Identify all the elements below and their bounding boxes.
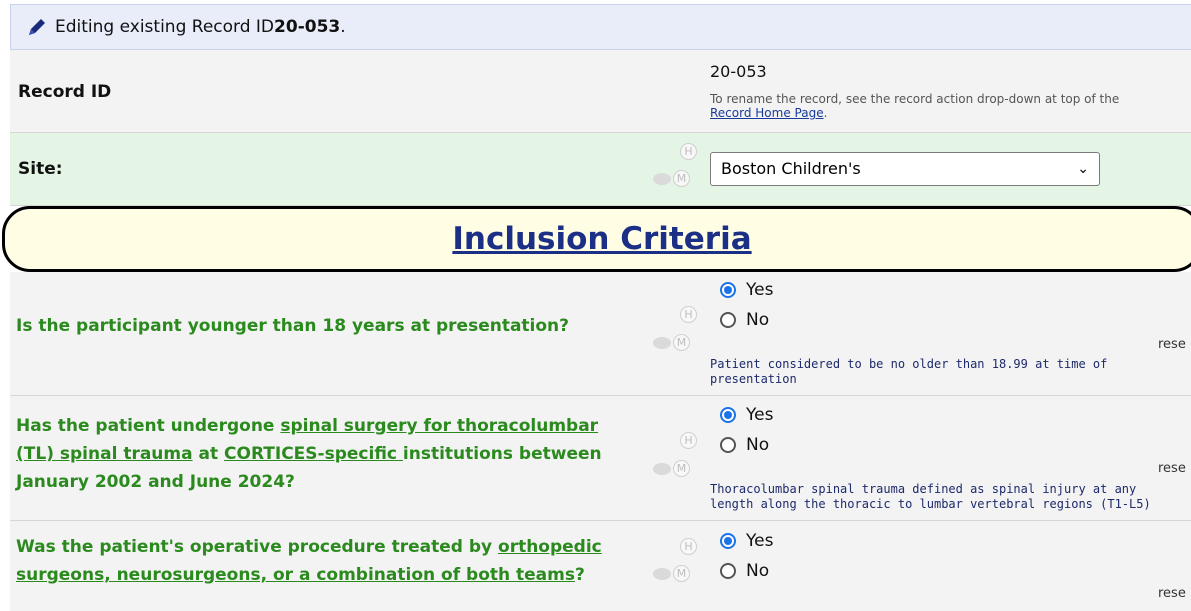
option-label: No (746, 310, 770, 330)
radio-selected-icon[interactable] (720, 407, 736, 423)
question-3-option-no[interactable]: No (720, 561, 769, 581)
question-2-text-part: at (192, 444, 225, 464)
question-3-text-part: ? (574, 565, 585, 585)
radio-unselected-icon[interactable] (720, 563, 736, 579)
record-home-page-link[interactable]: Record Home Page (710, 106, 824, 120)
editing-banner: Editing existing Record ID 20-053. (10, 4, 1191, 50)
question-2-term-link: CORTICES-specific (224, 444, 403, 464)
radio-selected-icon[interactable] (720, 533, 736, 549)
history-icon[interactable]: H (680, 143, 697, 160)
question-2-text: Has the patient undergone spinal surgery… (16, 412, 616, 496)
question-3-icons: H (680, 538, 697, 555)
question-row-3: Was the patient's operative procedure tr… (10, 521, 1191, 611)
section-header: Inclusion Criteria (2, 206, 1191, 272)
site-select[interactable]: Boston Children's ⌄ (710, 152, 1100, 186)
question-1-text: Is the participant younger than 18 years… (16, 316, 570, 336)
comment-icon[interactable] (653, 337, 671, 349)
question-3-option-yes[interactable]: Yes (720, 531, 773, 551)
site-field-icons: H (680, 143, 697, 160)
comment-icon[interactable] (653, 568, 671, 580)
option-label: Yes (746, 405, 774, 425)
missing-data-icon[interactable]: M (673, 170, 690, 187)
option-label: No (746, 435, 770, 455)
question-3-text: Was the patient's operative procedure tr… (16, 533, 616, 589)
chevron-down-icon: ⌄ (1077, 161, 1089, 177)
question-2-option-no[interactable]: No (720, 435, 769, 455)
question-2-option-yes[interactable]: Yes (720, 405, 773, 425)
question-2-note: Thoracolumbar spinal trauma defined as s… (710, 482, 1151, 511)
question-2-icons: H (680, 432, 697, 449)
question-3-icons-2: M (653, 565, 690, 582)
pencil-icon (29, 19, 45, 35)
question-1-note: Patient considered to be no older than 1… (710, 357, 1108, 386)
radio-unselected-icon[interactable] (720, 437, 736, 453)
comment-icon[interactable] (653, 173, 671, 185)
site-label: Site: (18, 159, 63, 179)
question-3-reset-link[interactable]: rese (1158, 586, 1186, 601)
history-icon[interactable]: H (680, 538, 697, 555)
missing-data-icon[interactable]: M (673, 565, 690, 582)
option-label: Yes (746, 531, 774, 551)
section-title: Inclusion Criteria (452, 221, 752, 257)
question-1-icons: H (680, 306, 697, 323)
question-1-option-no[interactable]: No (720, 310, 769, 330)
question-3-text-part: Was the patient's operative procedure tr… (16, 537, 499, 557)
radio-unselected-icon[interactable] (720, 312, 736, 328)
record-id-label: Record ID (18, 82, 112, 102)
question-2-text-part: Has the patient undergone (16, 416, 281, 436)
record-id-value: 20-053 (710, 62, 767, 81)
record-edit-form: Editing existing Record ID 20-053. Recor… (0, 0, 1191, 611)
question-1-icons-2: M (653, 334, 690, 351)
question-2-icons-2: M (653, 460, 690, 477)
history-icon[interactable]: H (680, 432, 697, 449)
question-1-reset-link[interactable]: rese (1158, 337, 1186, 352)
banner-prefix: Editing existing Record ID (55, 17, 275, 37)
option-label: No (746, 561, 770, 581)
missing-data-icon[interactable]: M (673, 460, 690, 477)
question-2-reset-link[interactable]: rese (1158, 461, 1186, 476)
missing-data-icon[interactable]: M (673, 334, 690, 351)
site-field-icons-2: M (653, 170, 690, 187)
site-select-value: Boston Children's (721, 159, 861, 178)
record-id-row: Record ID 20-053 To rename the record, s… (10, 50, 1191, 133)
question-1-option-yes[interactable]: Yes (720, 280, 773, 300)
record-id-note-end: . (823, 106, 828, 120)
radio-selected-icon[interactable] (720, 282, 736, 298)
banner-record-id: 20-053 (274, 17, 341, 37)
record-id-note: To rename the record, see the record act… (710, 92, 1170, 120)
banner-suffix: . (340, 17, 346, 37)
record-id-note-text: To rename the record, see the record act… (710, 92, 1120, 106)
comment-icon[interactable] (653, 463, 671, 475)
option-label: Yes (746, 280, 774, 300)
history-icon[interactable]: H (680, 306, 697, 323)
